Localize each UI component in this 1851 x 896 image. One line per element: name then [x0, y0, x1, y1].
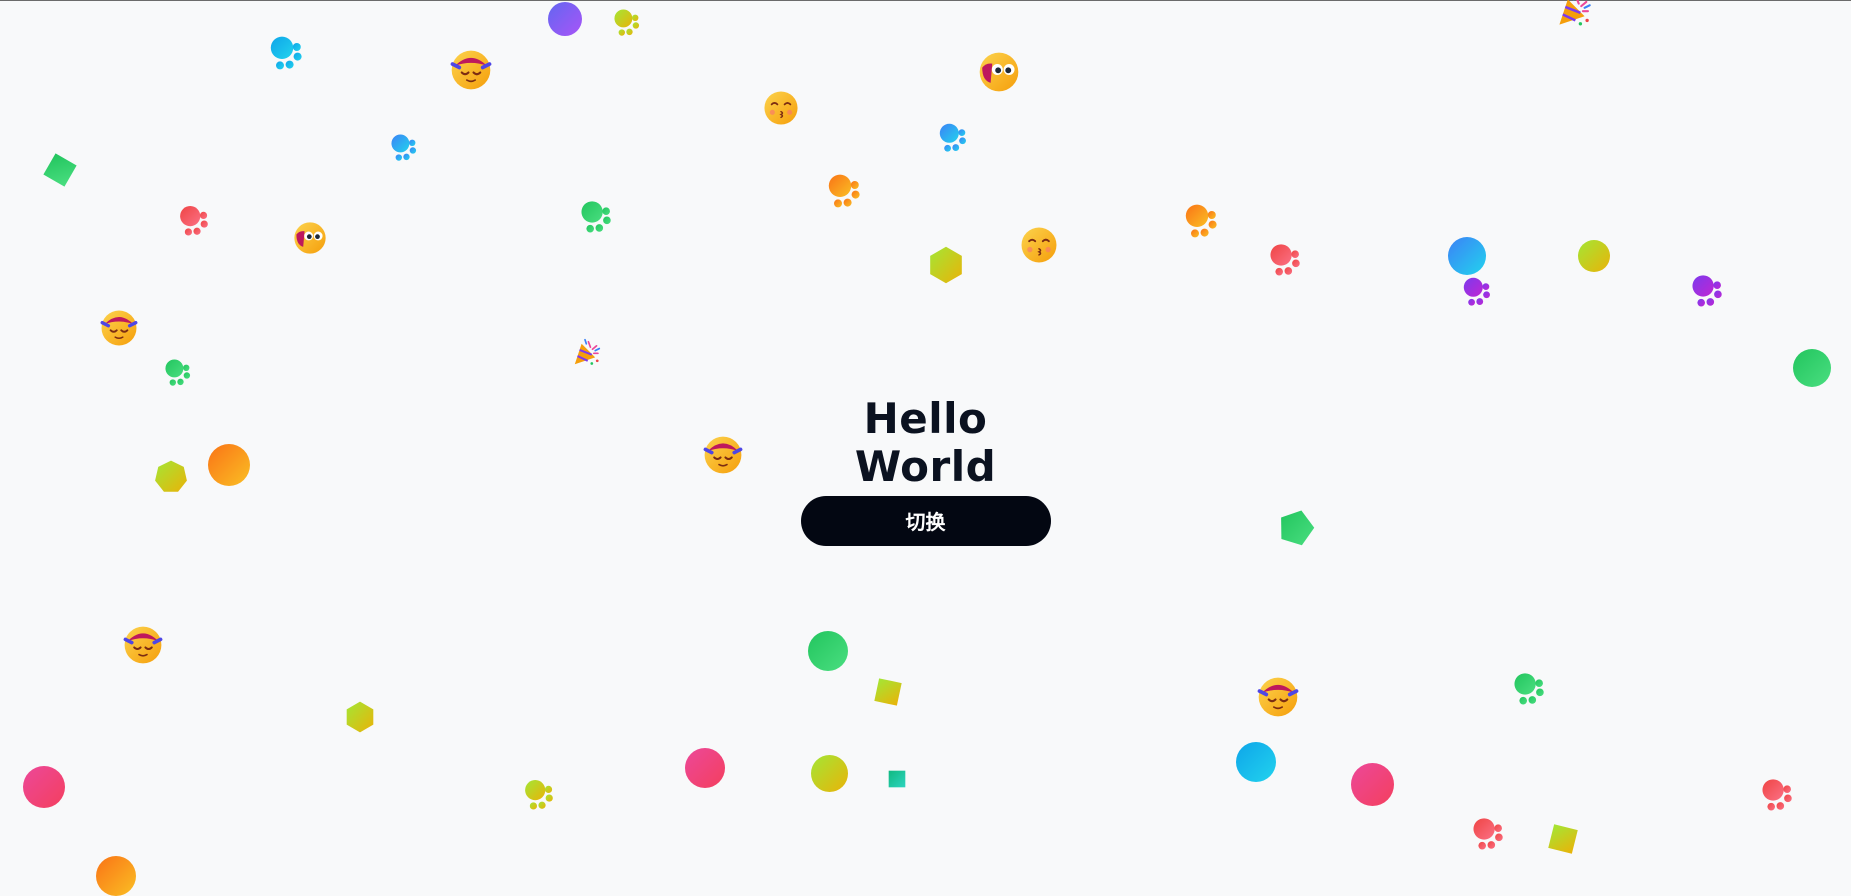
paw-icon: [1185, 204, 1217, 238]
party-popper-icon: [1559, 0, 1591, 26]
circle-icon: [685, 748, 725, 788]
zany-face-icon: [294, 222, 326, 254]
paw-icon: [1270, 244, 1300, 276]
hero-block: Hello World 切换: [800, 395, 1051, 546]
square-icon: [888, 770, 906, 788]
paw-icon: [1473, 818, 1503, 850]
smiling-face-icon: [1257, 677, 1299, 717]
paw-icon: [165, 359, 191, 386]
paw-icon: [180, 206, 208, 236]
paw-icon: [1692, 275, 1722, 307]
square-icon: [43, 153, 77, 187]
party-popper-icon: [574, 338, 601, 365]
paw-icon: [270, 36, 302, 70]
smiling-face-icon: [450, 50, 492, 90]
page-title: Hello World: [854, 394, 997, 491]
smiling-face-icon: [703, 436, 743, 474]
kissing-face-icon: [1021, 227, 1057, 263]
smiling-face-icon: [123, 626, 163, 664]
pentagon-icon: [1281, 510, 1315, 546]
paw-icon: [391, 134, 417, 161]
kissing-face-icon: [764, 91, 798, 125]
toggle-button[interactable]: 切换: [800, 496, 1051, 546]
paw-icon: [614, 9, 640, 36]
circle-icon: [548, 2, 582, 36]
circle-icon: [1236, 742, 1276, 782]
circle-icon: [96, 856, 136, 896]
circle-icon: [808, 631, 848, 671]
circle-icon: [1448, 237, 1486, 275]
circle-icon: [810, 754, 848, 792]
circle-icon: [1350, 762, 1394, 806]
circle-icon: [208, 444, 250, 486]
circle-icon: [1793, 349, 1831, 387]
hexagon-icon: [155, 460, 187, 492]
square-icon: [1548, 824, 1578, 854]
paw-icon: [525, 780, 553, 810]
paw-icon: [1762, 779, 1792, 811]
paw-icon: [939, 123, 966, 152]
paw-icon: [1463, 277, 1490, 306]
paw-icon: [828, 174, 860, 208]
zany-face-icon: [979, 52, 1019, 92]
smiling-face-icon: [100, 310, 138, 346]
circle-icon: [1578, 240, 1610, 272]
hexagon-icon: [346, 701, 374, 733]
circle-icon: [23, 766, 65, 808]
paw-icon: [1514, 673, 1544, 705]
square-icon: [874, 678, 902, 706]
hexagon-icon: [930, 246, 962, 284]
paw-icon: [581, 201, 611, 233]
